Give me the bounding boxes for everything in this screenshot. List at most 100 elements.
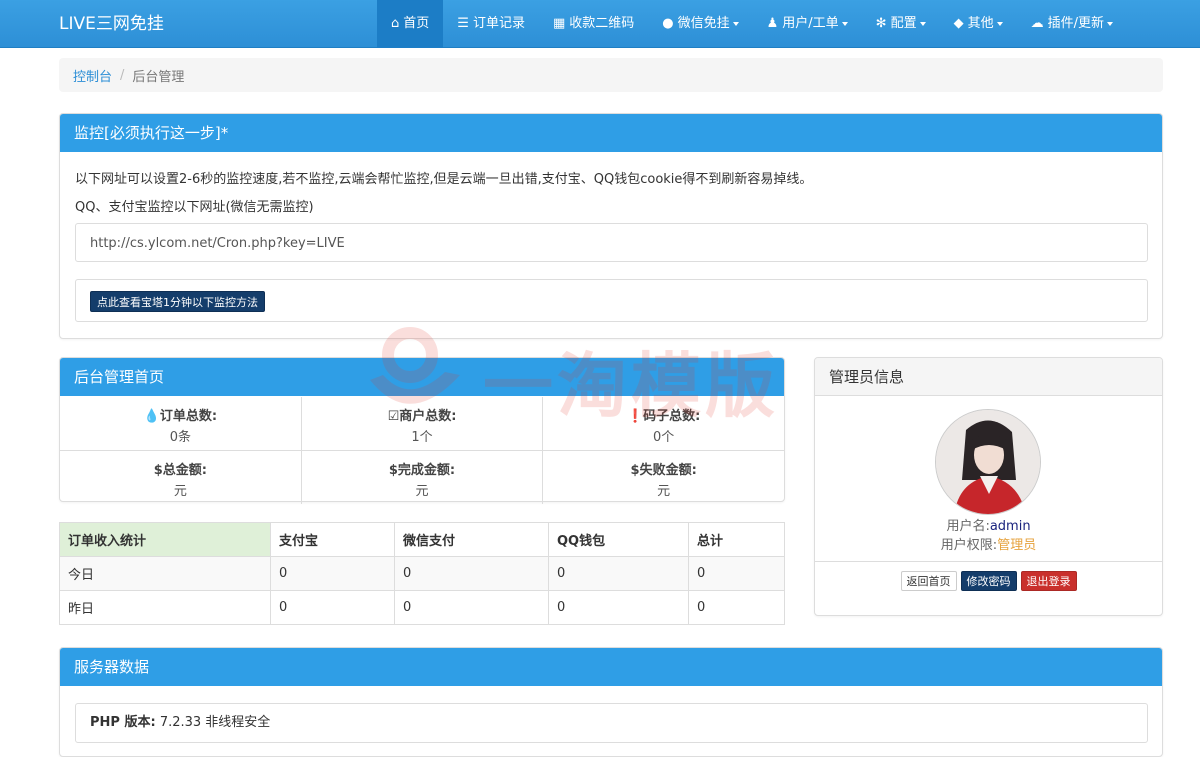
nav-qrcode[interactable]: ▦ 收款二维码 (539, 0, 648, 48)
table-cell: 0 (549, 591, 689, 625)
stat-value: 0条 (60, 426, 301, 445)
column-header: 总计 (689, 523, 785, 557)
table-header-row: 订单收入统计 支付宝 微信支付 QQ钱包 总计 (60, 523, 785, 557)
nav-wechat[interactable]: ● 微信免挂 (648, 0, 752, 48)
stat-total-amount: $总金额: 元 (60, 451, 301, 504)
avatar-image (936, 410, 1041, 515)
role-value: 管理员 (997, 538, 1036, 553)
chevron-down-icon (1107, 22, 1113, 26)
role-line: 用户权限:管理员 (815, 534, 1162, 553)
breadcrumb-separator: / (120, 68, 124, 83)
divider (815, 561, 1162, 562)
username-value: admin (990, 519, 1031, 534)
nav-label: 用户/工单 (782, 0, 838, 48)
top-navbar: LIVE三网免挂 ⌂ 首页 ☰ 订单记录 ▦ 收款二维码 ● 微信免挂 ♟ 用户… (0, 0, 1200, 48)
cube-icon: ◆ (954, 0, 964, 48)
stat-label: 完成金额: (398, 463, 455, 478)
dollar-icon: $ (389, 463, 398, 478)
php-version-label: PHP 版本: (90, 715, 156, 730)
stats-row: $总金额: 元 $完成金额: 元 $失败金额: 元 (60, 450, 784, 504)
dollar-icon: $ (154, 463, 163, 478)
monitor-url-field[interactable]: http://cs.ylcom.net/Cron.php?key=LIVE (75, 223, 1148, 262)
chevron-down-icon (842, 22, 848, 26)
stat-failed-amount: $失败金额: 元 (542, 451, 784, 504)
wechat-icon: ● (662, 0, 673, 48)
role-label: 用户权限: (941, 538, 997, 553)
stat-label: 总金额: (163, 463, 207, 478)
nav-orders[interactable]: ☰ 订单记录 (443, 0, 539, 48)
stat-value: 1个 (302, 426, 543, 445)
username-label: 用户名: (946, 519, 989, 534)
dashboard-panel: 后台管理首页 💧订单总数: 0条 ☑商户总数: 1个 ❗码子总数: 0个 $总金… (59, 357, 785, 502)
breadcrumb-home[interactable]: 控制台 (73, 66, 112, 85)
table-cell: 0 (271, 591, 395, 625)
table-cell: 0 (549, 557, 689, 591)
dollar-icon: $ (631, 463, 640, 478)
admin-info-panel: 管理员信息 用户名:admin 用户权限:管理员 返回首页 修改密码 退出登录 (814, 357, 1163, 616)
table-cell: 0 (395, 591, 549, 625)
column-header: 订单收入统计 (60, 523, 271, 557)
server-panel-title: 服务器数据 (60, 648, 1162, 686)
table-cell: 0 (395, 557, 549, 591)
main-nav: ⌂ 首页 ☰ 订单记录 ▦ 收款二维码 ● 微信免挂 ♟ 用户/工单 ✻ 配置 … (377, 0, 1127, 48)
nav-label: 收款二维码 (569, 0, 634, 48)
nav-label: 插件/更新 (1048, 0, 1104, 48)
chevron-down-icon (920, 22, 926, 26)
stats-row: 💧订单总数: 0条 ☑商户总数: 1个 ❗码子总数: 0个 (60, 397, 784, 450)
stat-merchant-count: ☑商户总数: 1个 (301, 397, 543, 450)
nav-users[interactable]: ♟ 用户/工单 (753, 0, 862, 48)
logout-button[interactable]: 退出登录 (1021, 571, 1077, 591)
monitor-button-well: 点此查看宝塔1分钟以下监控方法 (75, 279, 1148, 322)
stat-label: 码子总数: (643, 409, 700, 424)
stat-label: 商户总数: (399, 409, 456, 424)
nav-home[interactable]: ⌂ 首页 (377, 0, 443, 48)
table-row: 今日 0 0 0 0 (60, 557, 785, 591)
admin-actions: 返回首页 修改密码 退出登录 (815, 571, 1162, 591)
change-password-button[interactable]: 修改密码 (961, 571, 1017, 591)
drop-icon: 💧 (144, 409, 160, 424)
column-header: 微信支付 (395, 523, 549, 557)
qrcode-icon: ▦ (553, 0, 565, 48)
home-icon: ⌂ (391, 0, 399, 48)
table-cell: 0 (271, 557, 395, 591)
stat-value: 元 (60, 480, 301, 499)
nav-other[interactable]: ◆ 其他 (940, 0, 1017, 48)
dashboard-panel-title: 后台管理首页 (60, 358, 784, 396)
income-stats-table: 订单收入统计 支付宝 微信支付 QQ钱包 总计 今日 0 0 0 0 昨日 0 … (59, 522, 785, 625)
back-home-button[interactable]: 返回首页 (901, 571, 957, 591)
chevron-down-icon (997, 22, 1003, 26)
stat-value: 元 (302, 480, 543, 499)
brand-logo[interactable]: LIVE三网免挂 (59, 0, 164, 48)
php-version-value: 7.2.33 非线程安全 (160, 715, 270, 730)
admin-panel-title: 管理员信息 (815, 358, 1162, 396)
nav-label: 订单记录 (473, 0, 525, 48)
alert-circle-icon: ❗ (627, 409, 643, 424)
table-cell: 今日 (60, 557, 271, 591)
table-row: 昨日 0 0 0 0 (60, 591, 785, 625)
baota-monitor-help-button[interactable]: 点此查看宝塔1分钟以下监控方法 (90, 291, 265, 312)
table-cell: 昨日 (60, 591, 271, 625)
nav-plugins[interactable]: ☁ 插件/更新 (1017, 0, 1127, 48)
avatar (935, 409, 1041, 515)
table-cell: 0 (689, 557, 785, 591)
monitor-panel-title: 监控[必须执行这一步]* (60, 114, 1162, 152)
nav-config[interactable]: ✻ 配置 (862, 0, 940, 48)
username-line: 用户名:admin (815, 515, 1162, 534)
chevron-down-icon (733, 22, 739, 26)
breadcrumb: 控制台 / 后台管理 (59, 58, 1163, 92)
table-cell: 0 (689, 591, 785, 625)
stat-completed-amount: $完成金额: 元 (301, 451, 543, 504)
monitor-panel: 监控[必须执行这一步]* 以下网址可以设置2-6秒的监控速度,若不监控,云端会帮… (59, 113, 1163, 339)
list-icon: ☰ (457, 0, 469, 48)
stat-label: 订单总数: (160, 409, 217, 424)
monitor-description: 以下网址可以设置2-6秒的监控速度,若不监控,云端会帮忙监控,但是云端一旦出错,… (75, 168, 812, 187)
stat-value: 0个 (543, 426, 784, 445)
column-header: QQ钱包 (549, 523, 689, 557)
nav-label: 微信免挂 (678, 0, 730, 48)
user-icon: ♟ (767, 0, 779, 48)
monitor-note: QQ、支付宝监控以下网址(微信无需监控) (75, 196, 314, 215)
stat-code-count: ❗码子总数: 0个 (542, 397, 784, 450)
nav-label: 配置 (891, 0, 917, 48)
stats-grid: 💧订单总数: 0条 ☑商户总数: 1个 ❗码子总数: 0个 $总金额: 元 $完… (60, 397, 784, 504)
stat-value: 元 (543, 480, 784, 499)
